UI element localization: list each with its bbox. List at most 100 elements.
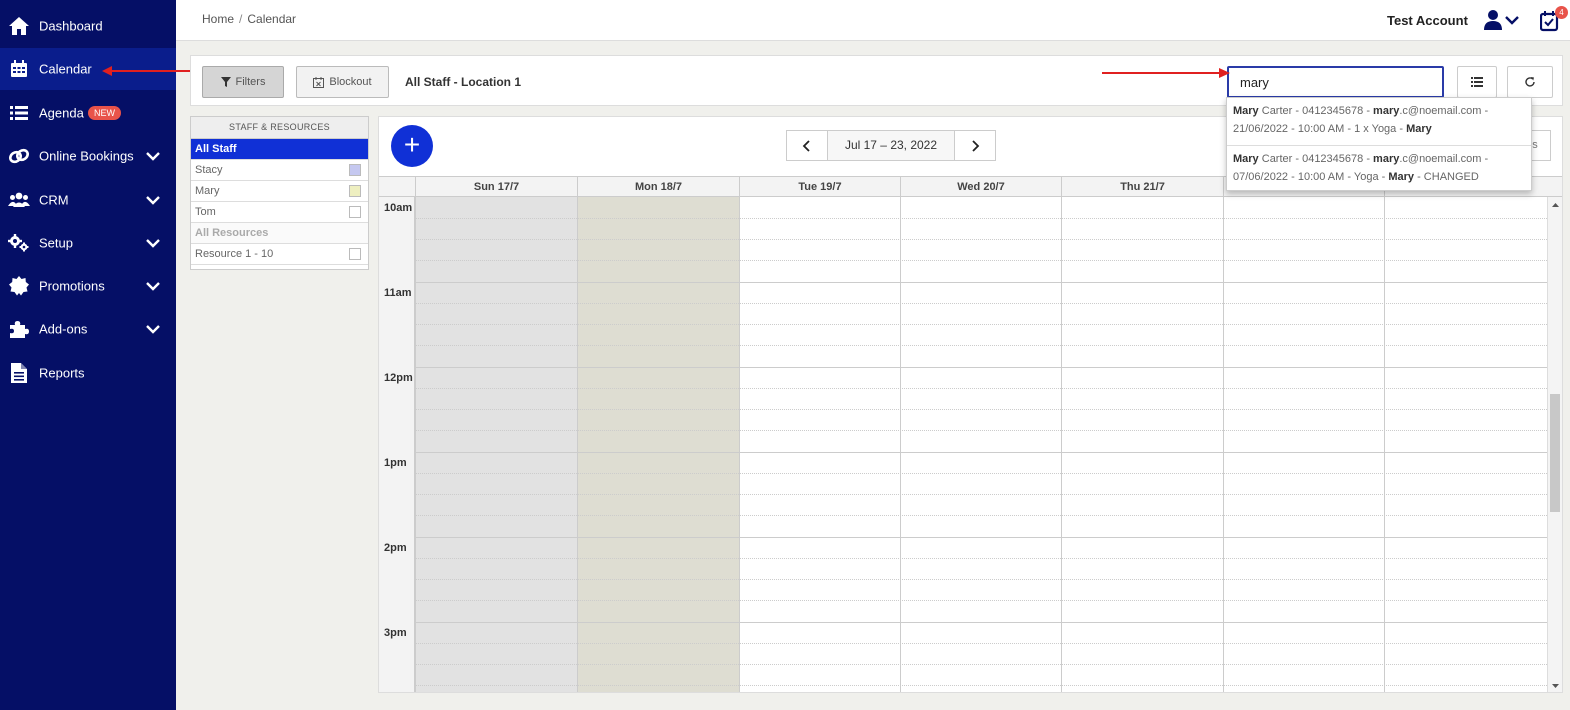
chevron-down-icon	[146, 282, 160, 291]
grid-scrollbar[interactable]	[1547, 197, 1563, 692]
slot-line	[415, 239, 1547, 240]
nav-label-setup: Setup	[39, 235, 73, 251]
nav-item-crm[interactable]: CRM	[0, 179, 176, 221]
time-label-1pm: 1pm	[384, 457, 407, 469]
color-swatch	[349, 185, 361, 197]
nav-label-crm: CRM	[39, 192, 69, 208]
staff-row-tom[interactable]: Tom	[191, 202, 368, 223]
view-options-label: s	[1532, 139, 1538, 151]
day-column-fri[interactable]	[1223, 197, 1384, 692]
staff-resources-panel: STAFF & RESOURCES All Staff Stacy Mary T…	[190, 116, 369, 270]
date-navigator: Jul 17 – 23, 2022	[786, 130, 996, 161]
search-results-dropdown: Mary Carter - 0412345678 - mary.c@noemai…	[1226, 97, 1532, 191]
prev-week-button[interactable]	[787, 131, 827, 160]
staff-row-label: Resource 1 - 10	[195, 248, 274, 260]
blockout-button[interactable]: Blockout	[296, 66, 389, 98]
time-label-12pm: 12pm	[384, 372, 413, 384]
puzzle-icon	[8, 318, 30, 340]
users-icon	[8, 189, 30, 211]
day-column-thu[interactable]	[1061, 197, 1223, 692]
day-column-sat[interactable]	[1384, 197, 1547, 692]
nav-label-agenda: Agenda	[39, 105, 84, 121]
day-header-sun: Sun 17/7	[415, 177, 577, 197]
filters-button[interactable]: Filters	[202, 66, 284, 98]
slot-line	[415, 388, 1547, 389]
result-email-match: mary	[1373, 153, 1400, 165]
slot-line	[415, 643, 1547, 644]
account-name: Test Account	[1387, 13, 1468, 28]
slot-line	[415, 685, 1547, 686]
result-staff: Mary	[1406, 123, 1432, 135]
staff-row-mary[interactable]: Mary	[191, 181, 368, 202]
day-header-thu: Thu 21/7	[1061, 177, 1223, 197]
day-column-mon[interactable]	[577, 197, 739, 692]
scroll-thumb[interactable]	[1550, 394, 1560, 512]
tasks-button[interactable]: 4	[1540, 6, 1568, 34]
result-email-match: mary	[1373, 105, 1400, 117]
scroll-up-icon[interactable]	[1548, 200, 1563, 210]
chevron-down-icon	[1505, 16, 1519, 25]
nav-item-promotions[interactable]: Promotions	[0, 265, 176, 307]
day-column-sun[interactable]	[415, 197, 577, 692]
time-label-3pm: 3pm	[384, 627, 407, 639]
breadcrumb-current: Calendar	[247, 12, 297, 26]
time-label-2pm: 2pm	[384, 542, 407, 554]
time-grid[interactable]: 10am 11am 12pm 1pm 2pm 3pm	[379, 197, 1547, 692]
slot-line	[415, 430, 1547, 431]
refresh-button[interactable]	[1507, 66, 1553, 98]
hour-line	[415, 452, 1547, 453]
breadcrumb-home[interactable]: Home	[202, 12, 234, 26]
nav-item-reports[interactable]: Reports	[0, 352, 176, 394]
nav-item-online-bookings[interactable]: Online Bookings	[0, 135, 176, 177]
day-column-wed[interactable]	[900, 197, 1061, 692]
staff-row-label: All Staff	[195, 143, 237, 155]
staff-group-label: All Resources	[195, 227, 269, 239]
nav-item-setup[interactable]: Setup	[0, 222, 176, 264]
document-icon	[8, 362, 30, 384]
user-menu[interactable]	[1482, 8, 1522, 32]
nav-label-online-bookings: Online Bookings	[39, 148, 134, 164]
staff-row-stacy[interactable]: Stacy	[191, 160, 368, 181]
user-icon	[1484, 10, 1502, 30]
staff-row-resource[interactable]: Resource 1 - 10	[191, 244, 368, 265]
filter-icon	[220, 77, 231, 87]
top-header: Home / Calendar Test Account 4	[176, 0, 1570, 41]
result-staff: Mary	[1388, 171, 1415, 183]
search-result[interactable]: Mary Carter - 0412345678 - mary.c@noemai…	[1227, 145, 1531, 192]
search-result[interactable]: Mary Carter - 0412345678 - mary.c@noemai…	[1227, 98, 1531, 145]
annotation-arrow-search	[1102, 68, 1230, 78]
search-input[interactable]: mary	[1227, 66, 1444, 98]
staff-row-label: Tom	[195, 206, 216, 218]
date-range[interactable]: Jul 17 – 23, 2022	[827, 131, 955, 160]
home-icon	[8, 15, 30, 37]
time-label-10am: 10am	[384, 202, 413, 214]
refresh-icon	[1525, 77, 1535, 87]
slot-line	[415, 218, 1547, 219]
nav-item-dashboard[interactable]: Dashboard	[0, 5, 176, 47]
scroll-down-icon[interactable]	[1548, 681, 1563, 691]
chevron-right-icon	[972, 139, 980, 152]
calendar-x-icon	[313, 76, 325, 88]
day-header-wed: Wed 20/7	[900, 177, 1061, 197]
staff-row-all-staff[interactable]: All Staff	[191, 139, 368, 160]
chevron-down-icon	[146, 152, 160, 161]
next-week-button[interactable]	[955, 131, 995, 160]
sidebar: Dashboard Calendar Agenda NEW Online Boo…	[0, 0, 176, 710]
nav-item-add-ons[interactable]: Add-ons	[0, 308, 176, 350]
view-label: All Staff - Location 1	[405, 75, 522, 89]
list-view-button[interactable]	[1457, 66, 1497, 98]
hour-line	[415, 367, 1547, 368]
time-column	[379, 197, 415, 692]
staff-row-label: Stacy	[195, 164, 223, 176]
nav-item-agenda[interactable]: Agenda NEW	[0, 92, 176, 134]
day-column-tue[interactable]	[739, 197, 900, 692]
chevron-left-icon	[802, 139, 810, 152]
result-suffix: - CHANGED	[1414, 171, 1479, 183]
add-appointment-button[interactable]: +	[391, 125, 433, 167]
tasks-count-badge: 4	[1555, 6, 1568, 19]
result-details: Carter - 0412345678 -	[1258, 105, 1374, 117]
breadcrumb-separator: /	[239, 12, 243, 26]
staff-group-all-resources[interactable]: All Resources	[191, 223, 368, 244]
search-value: mary	[1240, 74, 1269, 90]
badge-icon	[8, 275, 30, 297]
